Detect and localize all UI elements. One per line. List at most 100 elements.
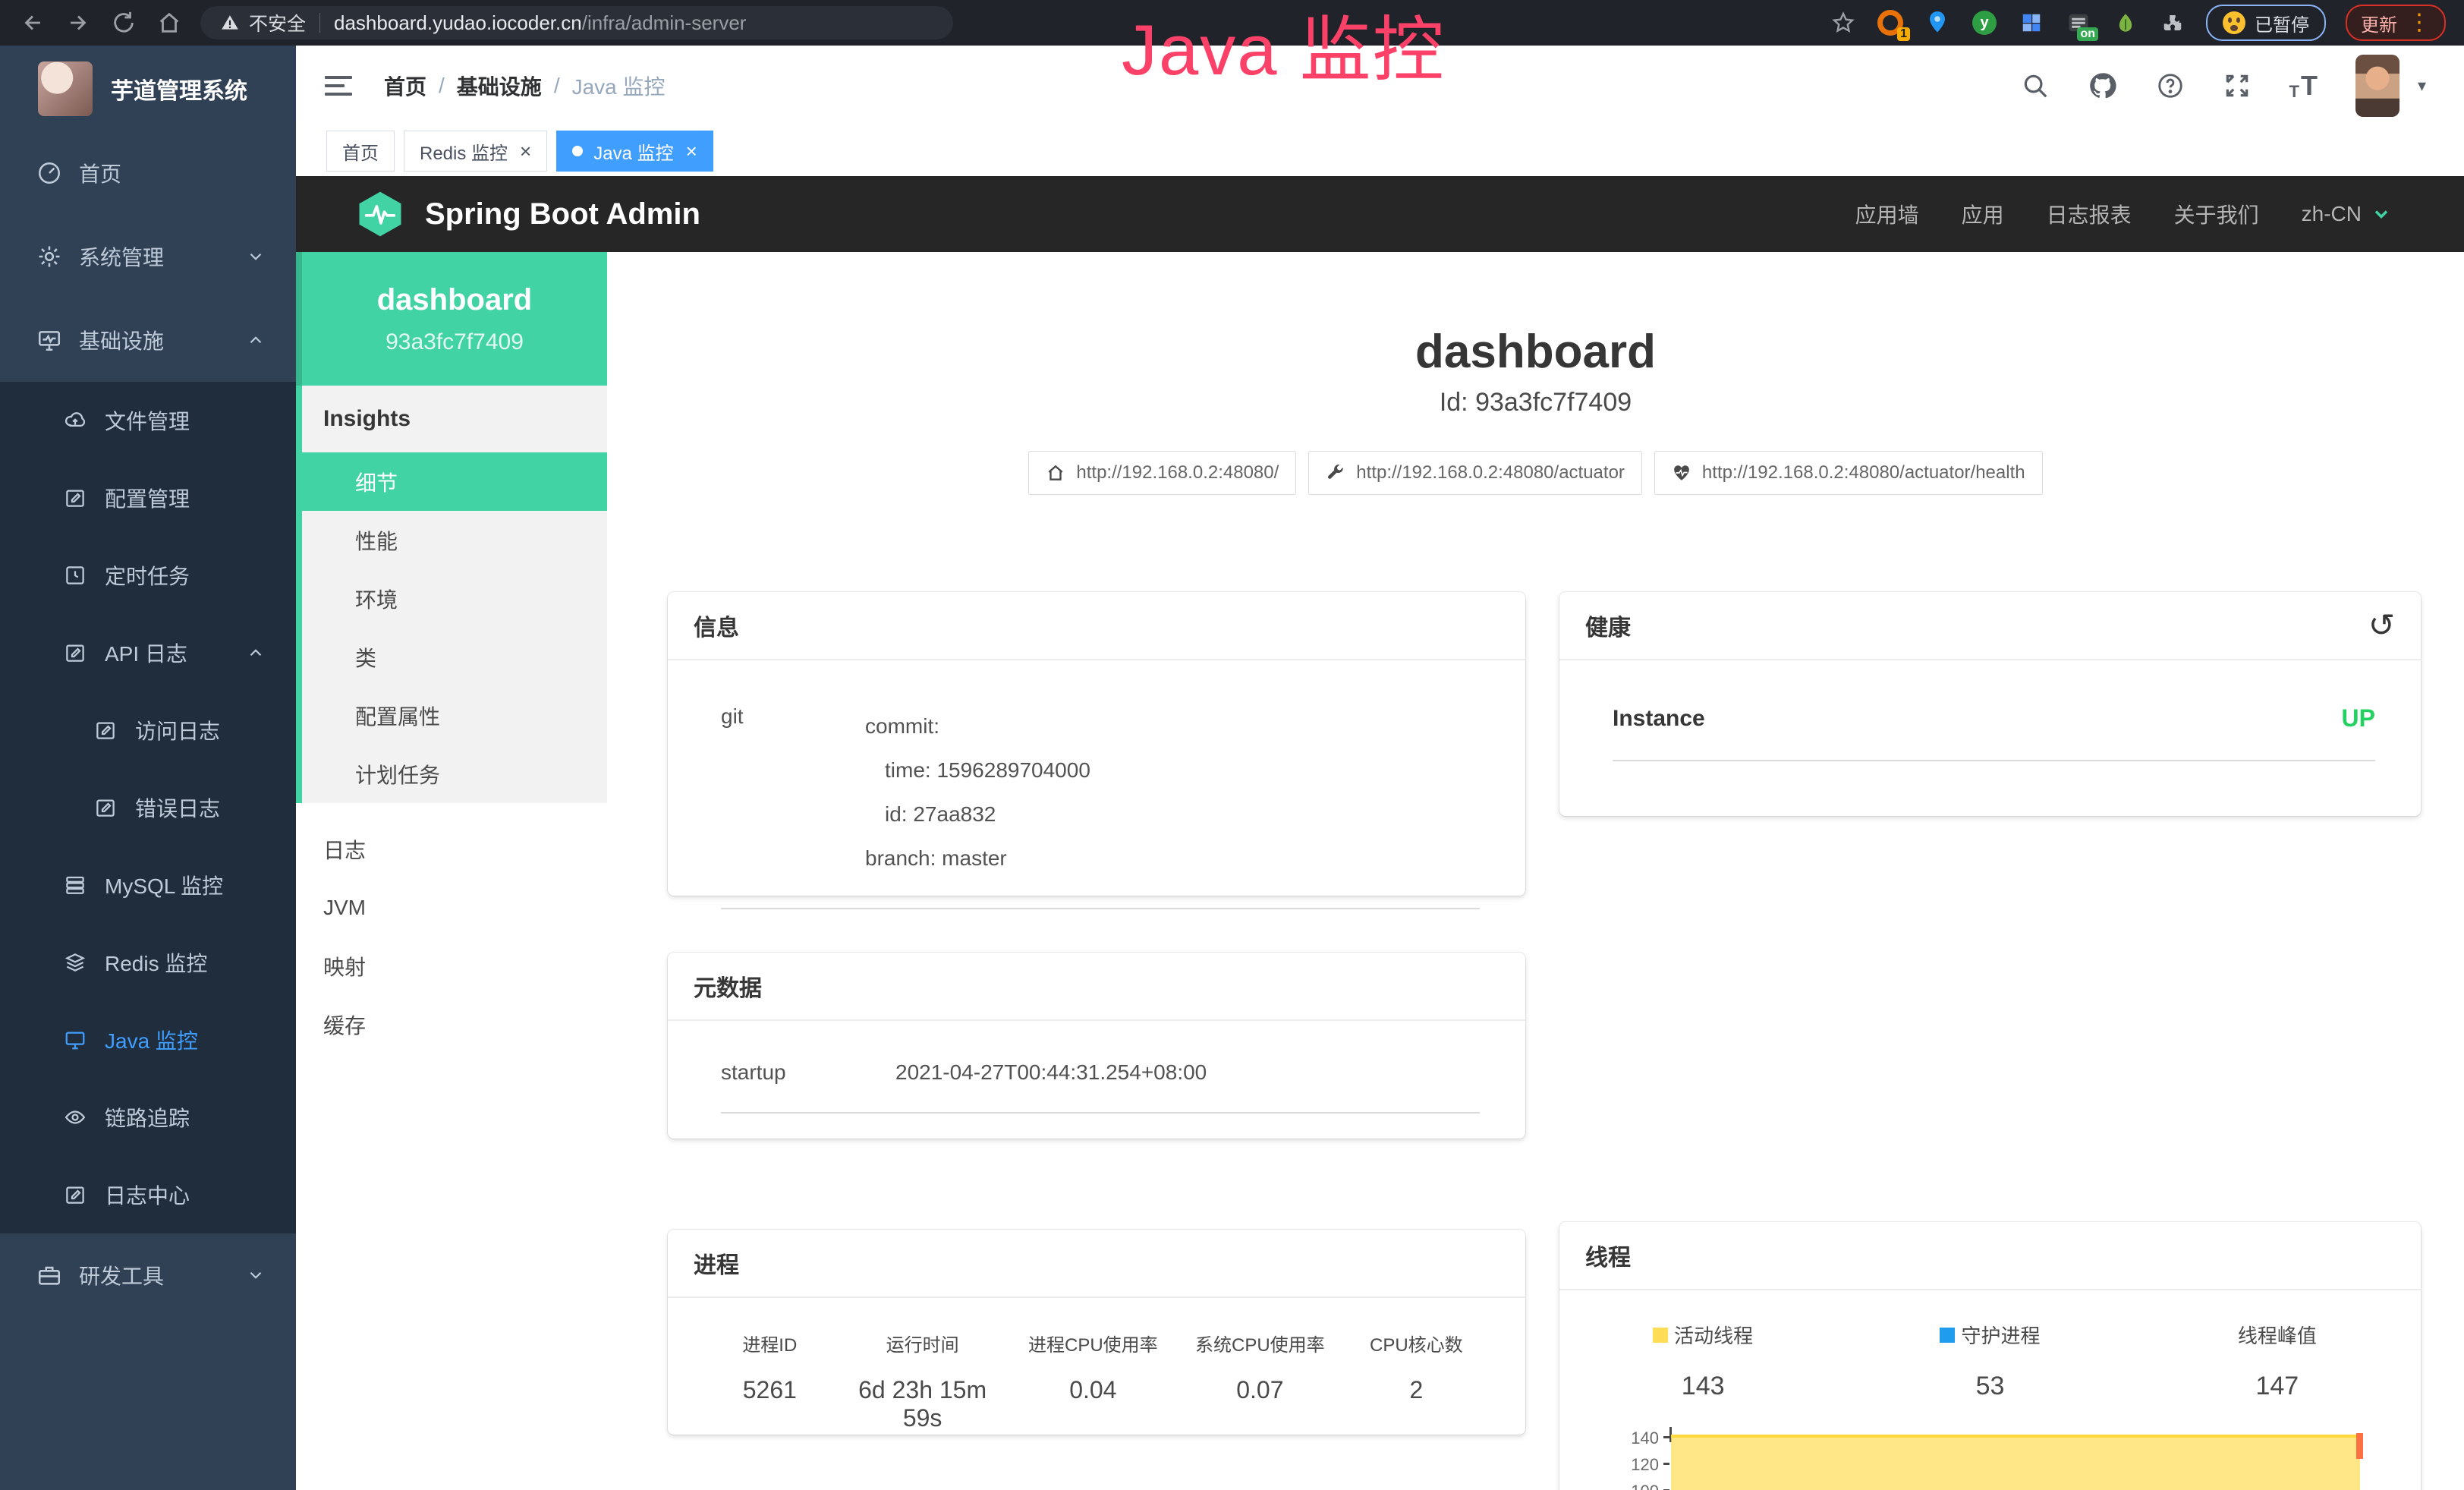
sidebar-item-access-logs[interactable]: 访问日志 (0, 691, 296, 769)
address-bar[interactable]: 不安全 dashboard.yudao.iocoder.cn/infra/adm… (200, 6, 953, 39)
app-header: 首页 / 基础设施 / Java 监控 TT ▾ (296, 46, 2464, 126)
extensions-puzzle-icon[interactable] (2159, 9, 2186, 36)
font-size-icon[interactable]: TT (2289, 70, 2318, 102)
sba-brand[interactable]: Spring Boot Admin (355, 189, 700, 239)
back-icon[interactable] (20, 10, 46, 36)
page-title: dashboard (607, 325, 2464, 379)
health-url: http://192.168.0.2:48080/actuator/health (1702, 462, 2025, 484)
menu-item-jvm[interactable]: JVM (296, 878, 607, 937)
menu-item-metrics[interactable]: 性能 (302, 511, 607, 569)
history-icon[interactable]: ↺ (2368, 610, 2395, 641)
instance-id: 93a3fc7f7409 (385, 329, 524, 355)
tags-view: 首页 Redis 监控 × Java 监控 × (296, 126, 2464, 177)
edit-icon (61, 487, 90, 509)
sidebar-submenu-infra: 文件管理 配置管理 定时任务 API 日志 访问日志 (0, 382, 296, 1233)
hamburger-icon[interactable] (325, 76, 352, 96)
help-icon[interactable] (2156, 71, 2185, 100)
sidebar-item-infra[interactable]: 基础设施 (0, 298, 296, 382)
menu-item-scheduled-tasks[interactable]: 计划任务 (302, 745, 607, 803)
profile-paused-chip[interactable]: 已暂停 (2206, 5, 2326, 41)
extension-leaf-icon[interactable] (2112, 9, 2139, 36)
menu-item-details[interactable]: 细节 (302, 452, 607, 511)
sidebar-item-mysql-monitor[interactable]: MySQL 监控 (0, 846, 296, 924)
gear-icon (35, 244, 64, 269)
menu-item-config-props[interactable]: 配置属性 (302, 686, 607, 745)
close-icon[interactable]: × (520, 141, 531, 161)
tab-home[interactable]: 首页 (326, 131, 395, 172)
update-browser-button[interactable]: 更新 ⋮ (2346, 5, 2446, 41)
avatar-caret-icon[interactable]: ▾ (2418, 76, 2426, 96)
legend-swatch-yellow (1653, 1328, 1668, 1343)
sba-nav-about[interactable]: 关于我们 (2174, 199, 2259, 229)
url-host: dashboard.yudao.iocoder.cn (334, 11, 582, 35)
sba-menu-root: 日志 JVM 映射 缓存 (296, 820, 607, 1054)
breadcrumb-home[interactable]: 首页 (384, 71, 426, 101)
reload-icon[interactable] (111, 10, 137, 36)
stat-label: CPU核心数 (1335, 1330, 1498, 1356)
sidebar-item-dev-tools[interactable]: 研发工具 (0, 1233, 296, 1317)
monitor-icon (61, 1029, 90, 1051)
log-icon (91, 719, 120, 742)
forward-icon[interactable] (65, 10, 91, 36)
threads-chart: 140 120 100 (1669, 1422, 2383, 1490)
instance-links: http://192.168.0.2:48080/ http://192.168… (607, 451, 2464, 495)
home-icon[interactable] (156, 10, 182, 36)
divider (319, 13, 320, 33)
breadcrumb-separator: / (439, 74, 445, 98)
legend-label: 活动线程 (1674, 1321, 1753, 1349)
health-url-button[interactable]: http://192.168.0.2:48080/actuator/health (1654, 451, 2043, 495)
git-commit-lines: commit: time: 1596289704000 id: 27aa832 … (865, 704, 1090, 880)
sba-nav-wallboard[interactable]: 应用墙 (1855, 199, 1919, 229)
search-icon[interactable] (2021, 71, 2050, 100)
process-card: 进程 进程ID 5261 运行时间 6d 23h 15m 59s 进程CPU使用… (668, 1230, 1525, 1435)
menu-item-logs[interactable]: 日志 (296, 820, 607, 878)
sidebar-item-error-logs[interactable]: 错误日志 (0, 769, 296, 846)
menu-item-environment[interactable]: 环境 (302, 569, 607, 628)
sidebar-item-java-monitor[interactable]: Java 监控 (0, 1001, 296, 1079)
sba-navbar: Spring Boot Admin 应用墙 应用 日志报表 关于我们 zh-CN (296, 176, 2464, 252)
sidebar-item-home[interactable]: 首页 (0, 131, 296, 215)
app-logo-row[interactable]: 芋道管理系统 (0, 46, 296, 131)
extension-on-badge: on (2077, 27, 2098, 41)
sidebar-item-label: 访问日志 (135, 715, 220, 745)
security-label[interactable]: 不安全 (249, 9, 306, 36)
sidebar-item-system[interactable]: 系统管理 (0, 215, 296, 298)
sba-nav-journal[interactable]: 日志报表 (2047, 199, 2132, 229)
tab-redis-monitor[interactable]: Redis 监控 × (404, 131, 547, 172)
sidebar-item-config-manage[interactable]: 配置管理 (0, 459, 296, 537)
service-url-button[interactable]: http://192.168.0.2:48080/ (1028, 451, 1296, 495)
bookmark-star-icon[interactable] (1830, 9, 1857, 36)
extension-orange-icon[interactable]: 1 (1877, 9, 1904, 36)
actuator-url-button[interactable]: http://192.168.0.2:48080/actuator (1308, 451, 1642, 495)
menu-item-mappings[interactable]: 映射 (296, 937, 607, 995)
breadcrumb-infra[interactable]: 基础设施 (457, 71, 542, 101)
avatar[interactable] (2355, 55, 2399, 117)
menu-item-classes[interactable]: 类 (302, 628, 607, 686)
sba-nav-applications[interactable]: 应用 (1962, 199, 2004, 229)
sba-instance-header[interactable]: dashboard 93a3fc7f7409 (296, 252, 607, 386)
stat-value: 6d 23h 15m 59s (845, 1376, 1001, 1432)
sidebar-item-scheduled-jobs[interactable]: 定时任务 (0, 537, 296, 614)
sidebar-item-redis-monitor[interactable]: Redis 监控 (0, 924, 296, 1001)
sidebar-item-tracing[interactable]: 链路追踪 (0, 1079, 296, 1156)
github-icon[interactable] (2088, 71, 2118, 101)
eye-icon (61, 1106, 90, 1129)
menu-item-caches[interactable]: 缓存 (296, 995, 607, 1054)
extension-pin-icon[interactable] (1924, 9, 1951, 36)
server-icon (61, 874, 90, 896)
sidebar-item-log-center[interactable]: 日志中心 (0, 1156, 296, 1233)
extension-grid-icon[interactable] (2018, 9, 2045, 36)
fullscreen-icon[interactable] (2223, 71, 2252, 100)
sidebar-item-file-manage[interactable]: 文件管理 (0, 382, 296, 459)
extension-on-icon[interactable]: on (2065, 9, 2092, 36)
close-icon[interactable]: × (686, 141, 697, 161)
log-icon (91, 796, 120, 819)
browser-menu-icon[interactable]: ⋮ (2408, 11, 2431, 34)
sidebar-item-api-logs[interactable]: API 日志 (0, 614, 296, 691)
sba-language-select[interactable]: zh-CN (2302, 202, 2392, 226)
health-card-header: 健康 ↺ (1559, 592, 2421, 660)
page-subtitle: Id: 93a3fc7f7409 (607, 388, 2464, 417)
extension-green-y-icon[interactable]: y (1971, 9, 1998, 36)
threads-card: 线程 活动线程 143 守护进程 53 线程峰值 (1559, 1222, 2421, 1490)
tab-java-monitor[interactable]: Java 监控 × (556, 131, 713, 172)
